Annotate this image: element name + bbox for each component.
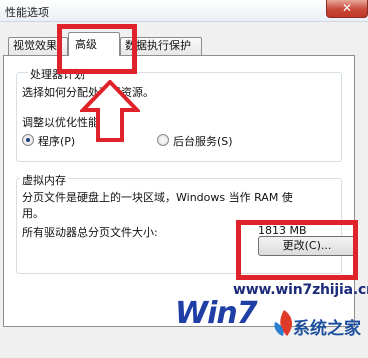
background-services-radio[interactable] [157,134,169,146]
virtual-memory-description-line2: 用。 [22,207,44,220]
total-paging-file-label: 所有驱动器总分页文件大小: [22,226,158,239]
close-icon: ✕ [341,1,353,15]
background-services-radio-label[interactable]: 后台服务(S) [173,133,233,149]
programs-radio-label[interactable]: 程序(P) [38,133,75,149]
watermark-site-name: 系统之家 [293,319,361,339]
title-bar: 性能选项 ✕ [0,0,368,22]
virtual-memory-legend: 虚拟内存 [20,172,68,188]
programs-radio[interactable] [22,134,34,146]
virtual-memory-description-line1: 分页文件是硬盘上的一块区域，Windows 当作 RAM 使 [22,191,293,204]
up-arrow-icon [80,80,140,142]
change-button-highlight [236,220,358,280]
advanced-tab-highlight [57,24,137,74]
site-watermark: www.win7zhijia.cn Win7 系统之家 [175,274,368,354]
close-button[interactable]: ✕ [326,0,368,18]
window-title: 性能选项 [5,6,49,19]
tab-strip: 视觉效果 高级 数据执行保护 [0,22,368,56]
watermark-logo: Win7 [175,296,258,331]
